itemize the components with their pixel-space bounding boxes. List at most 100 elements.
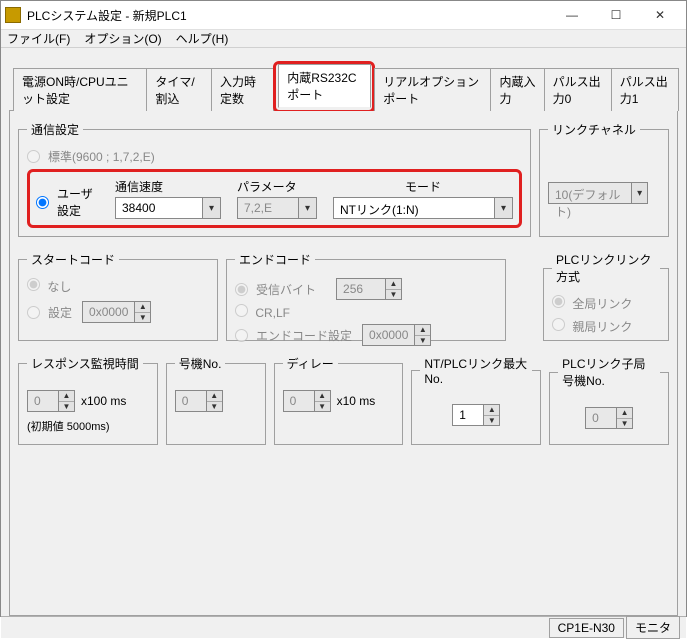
start-set-input (27, 306, 40, 319)
delay-spin: 0 ▲▼ (283, 390, 331, 412)
ntplc-max-group: NT/PLCリンク最大No. 1 ▲▼ (411, 355, 541, 445)
unit-no-value: 0 (176, 391, 206, 411)
speed-label: 通信速度 (115, 178, 221, 195)
menubar: ファイル(F) オプション(O) ヘルプ(H) (1, 30, 686, 48)
spin-up-icon[interactable]: ▲ (484, 405, 499, 416)
param-combo: 7,2,E (237, 197, 317, 219)
response-spin: 0 ▲▼ (27, 390, 75, 412)
tab-serial-option[interactable]: リアルオプションポート (374, 68, 491, 111)
link-channel-group: リンクチャネル 10(デフォルト) (539, 121, 669, 237)
radio-standard-label: 標準(9600 ; 1,7,2,E) (48, 148, 155, 165)
unit-no-group: 号機No. 0 ▲▼ (166, 355, 266, 445)
spin-up-icon: ▲ (415, 325, 430, 336)
radio-user[interactable]: ユーザ設定 (36, 185, 99, 219)
radio-standard-input[interactable] (27, 150, 40, 163)
window-title: PLCシステム設定 - 新規PLC1 (27, 7, 550, 24)
chevron-down-icon (298, 198, 316, 218)
param-value: 7,2,E (238, 198, 298, 218)
plc-slave-no-legend: PLCリンク子局号機No. (558, 355, 660, 389)
status-model: CP1E-N30 (549, 618, 624, 638)
spin-down-icon: ▼ (415, 336, 430, 346)
spin-down-icon: ▼ (617, 419, 632, 429)
chevron-down-icon[interactable] (202, 198, 220, 218)
titlebar: PLCシステム設定 - 新規PLC1 — ☐ ✕ (1, 1, 686, 30)
end-set-value: 0x0000 (363, 325, 414, 345)
spin-up-icon: ▲ (315, 391, 330, 402)
tab-pulse1[interactable]: パルス出力1 (611, 68, 679, 111)
start-value-spin: 0x0000 ▲▼ (82, 301, 151, 323)
tab-builtin-input[interactable]: 内蔵入力 (490, 68, 544, 111)
ntplc-max-spin[interactable]: 1 ▲▼ (452, 404, 500, 426)
end-recv-radio: 受信バイト (235, 281, 316, 298)
plc-master-radio: 親局リンク (552, 318, 660, 335)
chevron-down-icon[interactable] (494, 198, 512, 218)
end-recv-value: 256 (337, 279, 385, 299)
plc-all-radio: 全局リンク (552, 295, 660, 312)
chevron-down-icon (631, 183, 647, 203)
spin-down-icon: ▼ (135, 313, 150, 323)
end-recv-spin: 256 ▲▼ (336, 278, 402, 300)
tab-input-const[interactable]: 入力時定数 (211, 68, 274, 111)
link-channel-value: 10(デフォルト) (549, 183, 631, 203)
radio-user-input[interactable] (36, 196, 49, 209)
status-mode: モニタ (626, 616, 680, 639)
delay-group: ディレー 0 ▲▼ x10 ms (274, 355, 404, 445)
menu-file[interactable]: ファイル(F) (7, 30, 70, 47)
end-set-input (235, 329, 248, 342)
start-code-legend: スタートコード (27, 251, 119, 268)
delay-legend: ディレー (283, 355, 338, 372)
highlight-box: ユーザ設定 通信速度 38400 パラメータ (27, 169, 522, 228)
tab-highlight: 内蔵RS232Cポート (273, 61, 375, 113)
end-code-legend: エンドコード (235, 251, 315, 268)
spin-down-icon: ▼ (315, 402, 330, 412)
maximize-button[interactable]: ☐ (594, 1, 638, 29)
link-channel-legend: リンクチャネル (548, 121, 640, 138)
speed-value: 38400 (116, 198, 202, 218)
start-none-label: なし (47, 280, 71, 294)
delay-value: 0 (284, 391, 314, 411)
mode-label: モード (333, 178, 513, 195)
ntplc-max-legend: NT/PLCリンク最大No. (420, 355, 532, 386)
mode-combo[interactable]: NTリンク(1:N) (333, 197, 513, 219)
close-button[interactable]: ✕ (638, 1, 682, 29)
response-time-group: レスポンス監視時間 0 ▲▼ x100 ms (初期値 5000ms) (18, 355, 158, 445)
response-note: (初期値 5000ms) (27, 418, 149, 434)
start-none-radio: なし (27, 278, 209, 295)
radio-user-label: ユーザ設定 (57, 185, 99, 219)
speed-combo[interactable]: 38400 (115, 197, 221, 219)
plc-slave-spin: 0 ▲▼ (585, 407, 633, 429)
end-set-radio: エンドコード設定 (235, 327, 352, 344)
start-code-group: スタートコード なし 設定 0x0000 ▲▼ (18, 251, 218, 341)
end-crlf-label: CR,LF (255, 306, 290, 320)
unit-no-legend: 号機No. (175, 355, 226, 372)
spin-up-icon: ▲ (386, 279, 401, 290)
ntplc-max-value: 1 (453, 405, 483, 425)
spin-up-icon: ▲ (59, 391, 74, 402)
status-bar: CP1E-N30 モニタ (1, 616, 686, 638)
end-crlf-radio: CR,LF (235, 304, 497, 320)
spin-up-icon: ▲ (207, 391, 222, 402)
menu-help[interactable]: ヘルプ(H) (176, 30, 229, 47)
plc-slave-no-group: PLCリンク子局号機No. 0 ▲▼ (549, 355, 669, 445)
response-value: 0 (28, 391, 58, 411)
plc-link-mode-group: PLCリンクリンク方式 全局リンク 親局リンク (543, 251, 669, 341)
app-icon (5, 7, 21, 23)
plc-all-input (552, 295, 565, 308)
spin-up-icon: ▲ (617, 408, 632, 419)
spin-up-icon: ▲ (135, 302, 150, 313)
end-set-label: エンドコード設定 (256, 327, 352, 344)
spin-down-icon: ▼ (59, 402, 74, 412)
tab-power-cpu[interactable]: 電源ON時/CPUユニット設定 (13, 68, 147, 111)
plc-master-label: 親局リンク (572, 320, 632, 334)
tab-pulse0[interactable]: パルス出力0 (544, 68, 612, 111)
minimize-button[interactable]: — (550, 1, 594, 29)
spin-down-icon: ▼ (207, 402, 222, 412)
tab-strip: 電源ON時/CPUユニット設定 タイマ/割込 入力時定数 内蔵RS232Cポート… (9, 58, 678, 111)
start-set-radio: 設定 (27, 304, 72, 321)
radio-standard[interactable]: 標準(9600 ; 1,7,2,E) (27, 148, 155, 165)
start-set-label: 設定 (48, 304, 72, 321)
menu-options[interactable]: オプション(O) (84, 30, 161, 47)
tab-timer[interactable]: タイマ/割込 (146, 68, 212, 111)
tab-rs232c[interactable]: 内蔵RS232Cポート (278, 64, 371, 108)
spin-down-icon[interactable]: ▼ (484, 416, 499, 426)
